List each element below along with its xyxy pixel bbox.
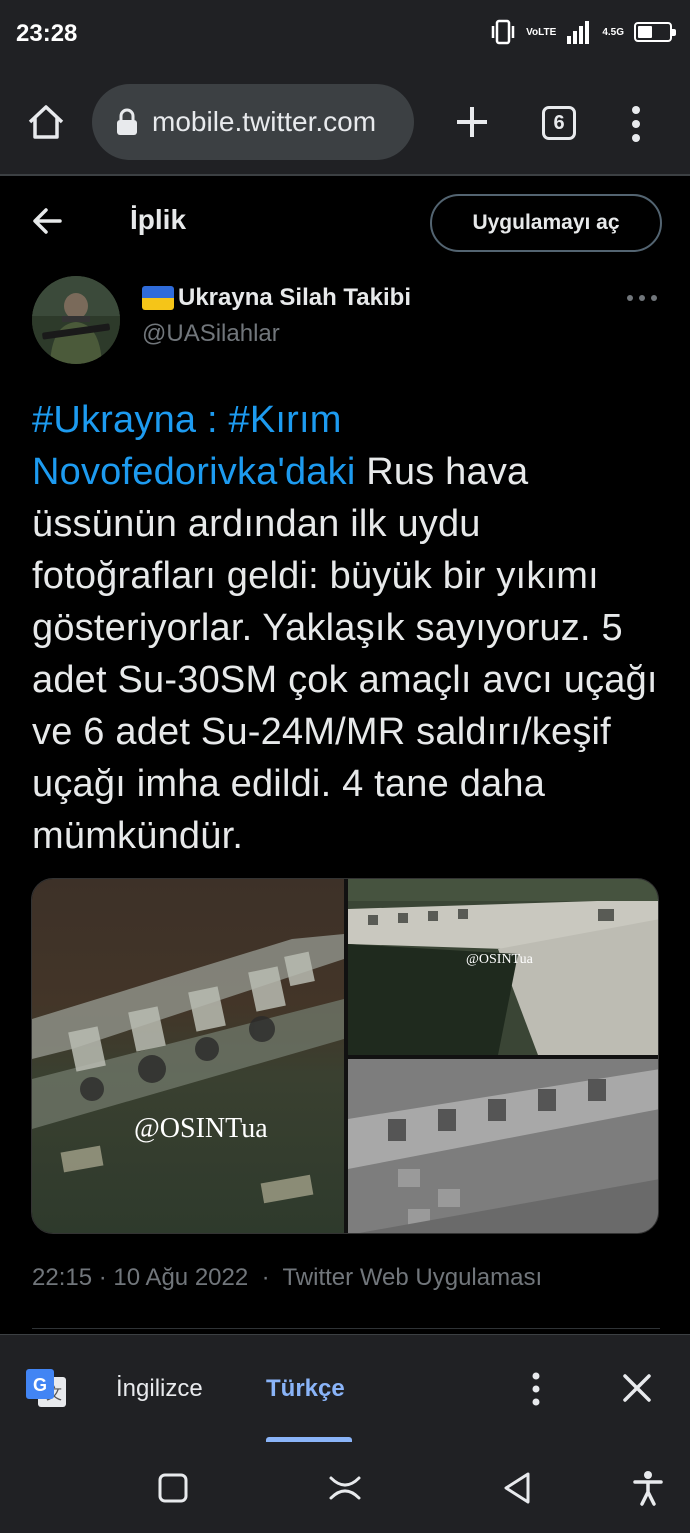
author-name[interactable]: Ukrayna Silah Takibi xyxy=(142,284,411,312)
tweet-meta: 22:15 · 10 Ağu 2022 · Twitter Web Uygula… xyxy=(32,1264,542,1292)
tweet-time[interactable]: 22:15 xyxy=(32,1264,92,1291)
page-title: İplik xyxy=(130,204,187,235)
hashtag-separator: : xyxy=(196,399,229,441)
battery-icon xyxy=(634,22,676,42)
author-handle[interactable]: @UASilahlar xyxy=(142,320,280,348)
tweet-media-grid: @OSINTua @OSINTua xyxy=(31,878,659,1234)
overflow-menu-icon[interactable] xyxy=(626,104,646,144)
ukraine-flag-icon xyxy=(142,286,174,310)
accessibility-icon[interactable] xyxy=(630,1470,666,1506)
satellite-image-3[interactable] xyxy=(348,1059,658,1233)
network-4-5g-icon: 4.5G xyxy=(602,26,624,38)
browser-toolbar: mobile.twitter.com 6 xyxy=(0,70,690,176)
hashtag-kirim[interactable]: #Kırım xyxy=(229,399,342,441)
status-time: 23:28 xyxy=(16,20,78,47)
watermark-1: @OSINTua xyxy=(134,1113,268,1144)
back-nav-icon[interactable] xyxy=(500,1470,536,1506)
satellite-image-2[interactable]: @OSINTua xyxy=(348,879,658,1055)
source-language-tab[interactable]: İngilizce xyxy=(116,1375,203,1403)
tweet-text: #Ukrayna : #Kırım Novofedorivka'daki Rus … xyxy=(32,394,672,862)
google-translate-icon[interactable]: 文 G xyxy=(24,1367,68,1411)
watermark-2: @OSINTua xyxy=(466,952,534,967)
tweet-body: Rus hava üssünün ardından ilk uydu fotoğ… xyxy=(32,451,658,857)
recents-icon[interactable] xyxy=(155,1470,191,1506)
translate-menu-icon[interactable] xyxy=(528,1371,544,1407)
more-options-icon[interactable] xyxy=(624,290,660,306)
thread-header: İplik Uygulamayı aç xyxy=(0,178,690,268)
volte-icon: VoLTE xyxy=(526,26,557,38)
tweet-source: Twitter Web Uygulaması xyxy=(282,1264,543,1291)
satellite-image-1[interactable]: @OSINTua xyxy=(32,879,344,1233)
open-app-button[interactable]: Uygulamayı aç xyxy=(430,194,662,252)
author-name-text: Ukrayna Silah Takibi xyxy=(178,284,411,311)
svg-text:G: G xyxy=(33,1375,47,1395)
divider xyxy=(32,1328,660,1329)
avatar-image xyxy=(32,276,120,364)
back-arrow-icon[interactable] xyxy=(30,204,64,238)
avatar[interactable] xyxy=(32,276,120,364)
lock-icon xyxy=(117,108,137,135)
translate-bar: 文 G İngilizce Türkçe xyxy=(0,1334,690,1443)
meta-dot-2: · xyxy=(261,1264,270,1291)
close-icon[interactable] xyxy=(620,1371,654,1405)
url-text: mobile.twitter.com xyxy=(152,106,377,137)
status-icons: VoLTE 4.5G xyxy=(490,18,676,46)
hashtag-ukrayna[interactable]: #Ukrayna xyxy=(32,399,196,441)
new-tab-icon[interactable] xyxy=(452,100,492,144)
signal-icon xyxy=(567,21,590,44)
status-bar: 23:28 VoLTE 4.5G xyxy=(0,0,690,70)
tweet-date[interactable]: 10 Ağu 2022 xyxy=(113,1264,248,1291)
tab-switcher-icon[interactable]: 6 xyxy=(542,106,576,140)
vibrate-icon xyxy=(491,19,515,45)
address-bar[interactable]: mobile.twitter.com xyxy=(92,84,414,160)
home-icon[interactable] xyxy=(24,100,68,144)
link-novofedorivka[interactable]: Novofedorivka'daki xyxy=(32,451,355,493)
home-gesture-icon[interactable] xyxy=(327,1470,363,1506)
meta-dot: · xyxy=(98,1264,107,1291)
target-language-tab[interactable]: Türkçe xyxy=(266,1375,345,1403)
system-nav-bar xyxy=(0,1442,690,1533)
